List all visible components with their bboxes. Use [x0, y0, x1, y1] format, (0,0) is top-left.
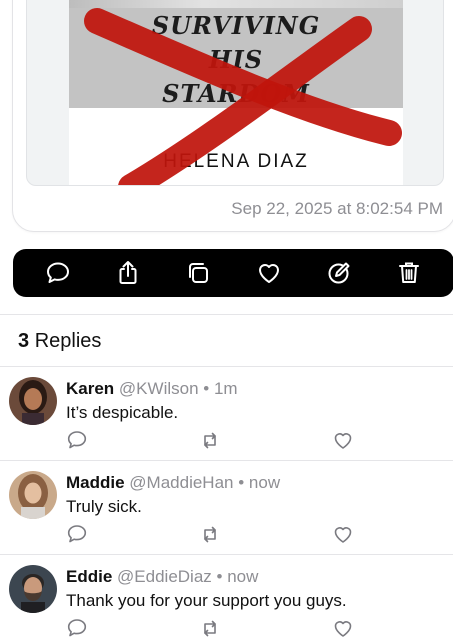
comment-icon[interactable] [66, 617, 88, 639]
reply-author-handle[interactable]: @KWilson [119, 379, 199, 398]
reply-author-name[interactable]: Eddie [66, 567, 112, 586]
repost-icon[interactable] [199, 617, 221, 639]
red-x-mark [84, 8, 402, 185]
share-button[interactable] [112, 257, 144, 289]
avatar[interactable] [9, 471, 57, 519]
heart-icon[interactable] [332, 523, 354, 545]
heart-icon [258, 264, 279, 283]
reply-author-handle[interactable]: @EddieDiaz [117, 567, 212, 586]
repost-icon[interactable] [199, 523, 221, 545]
reply-time: 1m [213, 379, 238, 398]
comment-button[interactable] [42, 257, 74, 289]
book-cover-image: SURVIVING HIS STARDOM HELENA DIAZ [69, 0, 403, 185]
reply-text: Thank you for your support you guys. [66, 591, 347, 610]
edit-button[interactable] [323, 257, 355, 289]
delete-button[interactable] [393, 257, 425, 289]
avatar[interactable] [9, 565, 57, 613]
separator-dot: • [203, 379, 210, 398]
reply-text: Truly sick. [66, 497, 142, 516]
reply-item[interactable]: Karen @KWilson • 1m It’s despicable. [0, 367, 453, 459]
post-media[interactable]: SURVIVING HIS STARDOM HELENA DIAZ [26, 0, 444, 186]
copy-icon [189, 263, 209, 283]
share-icon [119, 261, 137, 284]
comment-icon[interactable] [66, 429, 88, 451]
trash-icon [398, 262, 419, 283]
replies-label: Replies [34, 330, 102, 352]
reply-action-bar [66, 429, 366, 451]
edit-icon [328, 262, 350, 284]
replies-count: 3 [18, 330, 30, 352]
reply-action-bar [66, 523, 366, 545]
reply-author-name[interactable]: Karen [66, 379, 114, 398]
reply-time: now [248, 473, 281, 492]
divider [0, 314, 453, 315]
separator-dot: • [216, 567, 223, 586]
reply-author-name[interactable]: Maddie [66, 473, 125, 492]
avatar[interactable] [9, 377, 57, 425]
post-action-bar [13, 249, 453, 297]
post-timestamp: Sep 22, 2025 at 8:02:54 PM [231, 199, 443, 218]
separator-dot: • [238, 473, 245, 492]
reply-text: It’s despicable. [66, 403, 179, 422]
reply-item[interactable]: Maddie @MaddieHan • now Truly sick. [0, 461, 453, 553]
comment-icon [47, 262, 70, 283]
reply-item[interactable]: Eddie @EddieDiaz • now Thank you for you… [0, 555, 453, 640]
reply-author-handle[interactable]: @MaddieHan [129, 473, 233, 492]
replies-header: 3 Replies [18, 330, 101, 353]
heart-icon[interactable] [332, 429, 354, 451]
repost-icon[interactable] [199, 429, 221, 451]
reply-action-bar [66, 617, 366, 639]
heart-icon[interactable] [332, 617, 354, 639]
comment-icon[interactable] [66, 523, 88, 545]
reply-time: now [227, 567, 259, 586]
like-button[interactable] [253, 257, 285, 289]
copy-button[interactable] [182, 257, 214, 289]
